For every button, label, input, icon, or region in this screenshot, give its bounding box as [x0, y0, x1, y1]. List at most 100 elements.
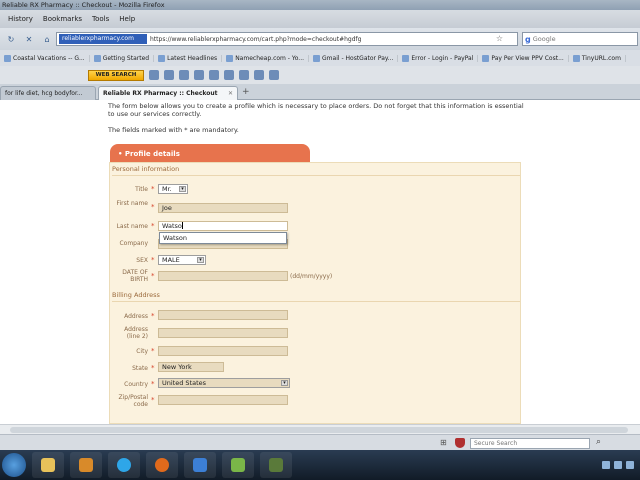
- sex-value: MALE: [162, 256, 180, 264]
- dob-field[interactable]: [158, 271, 288, 281]
- taskbar-app[interactable]: [260, 452, 292, 478]
- country-value: United States: [162, 379, 207, 387]
- close-tab-icon[interactable]: ✕: [228, 87, 233, 100]
- tray-icon[interactable]: [602, 461, 610, 469]
- address-field[interactable]: [158, 310, 288, 320]
- tray-icon[interactable]: [626, 461, 634, 469]
- page-icon: [482, 54, 490, 62]
- toolbar-icon[interactable]: [269, 70, 279, 80]
- toolbar-icon[interactable]: [179, 70, 189, 80]
- taskbar-app[interactable]: [184, 452, 216, 478]
- bookmarks-toolbar: Coastal Vacations -- G... Getting Starte…: [0, 50, 640, 66]
- bookmark-item[interactable]: Pay Per View PPV Cost...: [478, 54, 569, 62]
- divider: [112, 301, 520, 302]
- menu-help[interactable]: Help: [119, 15, 135, 23]
- city-field[interactable]: [158, 346, 288, 356]
- toolbar-icon[interactable]: [254, 70, 264, 80]
- menu-bar: History Bookmarks Tools Help: [0, 10, 640, 28]
- taskbar-skype[interactable]: [108, 452, 140, 478]
- menu-bookmarks[interactable]: Bookmarks: [43, 15, 82, 23]
- search-input[interactable]: [532, 35, 619, 43]
- bookmark-item[interactable]: Latest Headlines: [154, 54, 223, 62]
- bookmark-item[interactable]: Getting Started: [90, 54, 155, 62]
- sex-select[interactable]: MALE ▾: [158, 255, 206, 265]
- media-icon: [79, 458, 93, 472]
- addon-icon[interactable]: ⊞: [440, 438, 447, 447]
- new-tab-button[interactable]: +: [242, 87, 250, 97]
- personal-info-heading: Personal information: [112, 165, 180, 173]
- autocomplete-suggestion[interactable]: Watson: [159, 232, 287, 244]
- taskbar-firefox[interactable]: [146, 452, 178, 478]
- bookmark-label: Gmail - HostGator Pay...: [322, 54, 394, 62]
- horizontal-scrollbar[interactable]: [0, 424, 640, 434]
- taskbar-media[interactable]: [70, 452, 102, 478]
- firefox-icon: [155, 458, 169, 472]
- scrollbar-thumb[interactable]: [10, 427, 628, 433]
- toolbar-icon[interactable]: [224, 70, 234, 80]
- bookmark-label: TinyURL.com: [581, 54, 621, 62]
- page-icon: [4, 54, 11, 62]
- page-icon: [226, 54, 234, 62]
- home-icon[interactable]: ⌂: [40, 32, 54, 46]
- state-select[interactable]: New York: [158, 362, 224, 372]
- page-icon: [572, 54, 580, 62]
- mail-icon: [313, 54, 321, 62]
- secure-search-input[interactable]: [470, 438, 590, 449]
- app-icon: [269, 458, 283, 472]
- required-marker: *: [151, 396, 155, 404]
- search-box[interactable]: g: [522, 32, 638, 46]
- sex-label: SEX: [136, 257, 148, 264]
- search-icon[interactable]: ⌕: [596, 437, 601, 447]
- tab-strip: for life diet, hcg bodyfor... Reliable R…: [0, 84, 640, 100]
- toolbar-icon[interactable]: [239, 70, 249, 80]
- tab-checkout[interactable]: Reliable RX Pharmacy :: Checkout ✕: [98, 86, 238, 100]
- address-bar[interactable]: reliablerxpharmacy.com https://www.relia…: [56, 32, 518, 46]
- taskbar-explorer[interactable]: [32, 452, 64, 478]
- text-cursor: [181, 222, 183, 229]
- tab-hcg-diet[interactable]: for life diet, hcg bodyfor...: [0, 86, 96, 100]
- skype-icon: [117, 458, 131, 472]
- last-name-field[interactable]: Watso: [158, 221, 288, 231]
- start-button[interactable]: [2, 453, 26, 477]
- dob-label: DATE OF BIRTH: [122, 269, 148, 283]
- last-name-value: Watso: [162, 222, 182, 230]
- state-value: New York: [162, 363, 192, 371]
- menu-history[interactable]: History: [8, 15, 33, 23]
- reload-icon[interactable]: ↻: [4, 32, 18, 46]
- required-marker: *: [151, 347, 155, 355]
- bookmark-item[interactable]: Coastal Vacations -- G...: [0, 54, 90, 62]
- zip-field[interactable]: [158, 395, 288, 405]
- bookmark-item[interactable]: Namecheap.com - Yo...: [222, 54, 310, 62]
- bookmark-item[interactable]: TinyURL.com: [569, 54, 626, 62]
- bookmark-item[interactable]: Error - Login - PayPal: [398, 54, 479, 62]
- shield-icon[interactable]: [455, 438, 465, 448]
- address2-field[interactable]: [158, 328, 288, 338]
- bookmark-label: Pay Per View PPV Cost...: [491, 54, 564, 62]
- company-label: Company: [119, 240, 148, 247]
- intro-text: The form below allows you to create a pr…: [108, 102, 524, 118]
- title-select[interactable]: Mr. ▾: [158, 184, 188, 194]
- toolbar-icon[interactable]: [194, 70, 204, 80]
- system-tray: [602, 461, 634, 469]
- url-text[interactable]: https://www.reliablerxpharmacy.com/cart.…: [150, 36, 361, 43]
- toolbar-icon[interactable]: [164, 70, 174, 80]
- billing-address-heading: Billing Address: [112, 291, 160, 299]
- first-name-field[interactable]: Joe: [158, 203, 288, 213]
- bookmark-label: Namecheap.com - Yo...: [235, 54, 305, 62]
- toolbar-icon[interactable]: [149, 70, 159, 80]
- required-marker: *: [151, 364, 155, 372]
- menu-tools[interactable]: Tools: [92, 15, 109, 23]
- bookmark-item[interactable]: Gmail - HostGator Pay...: [309, 54, 399, 62]
- tray-icon[interactable]: [614, 461, 622, 469]
- web-search-button[interactable]: WEB SEARCH: [88, 69, 144, 81]
- mandatory-note: The fields marked with * are mandatory.: [108, 126, 239, 134]
- navigation-toolbar: ↻ ✕ ⌂ reliablerxpharmacy.com https://www…: [0, 28, 640, 50]
- url-site-identity[interactable]: reliablerxpharmacy.com: [59, 34, 147, 44]
- bookmark-star-icon[interactable]: ☆: [496, 34, 503, 43]
- country-select[interactable]: United States ▾: [158, 378, 290, 388]
- toolbar-icon[interactable]: [209, 70, 219, 80]
- taskbar-app[interactable]: [222, 452, 254, 478]
- folder-icon: [41, 458, 55, 472]
- stop-icon[interactable]: ✕: [22, 32, 36, 46]
- bookmark-label: Getting Started: [102, 54, 150, 62]
